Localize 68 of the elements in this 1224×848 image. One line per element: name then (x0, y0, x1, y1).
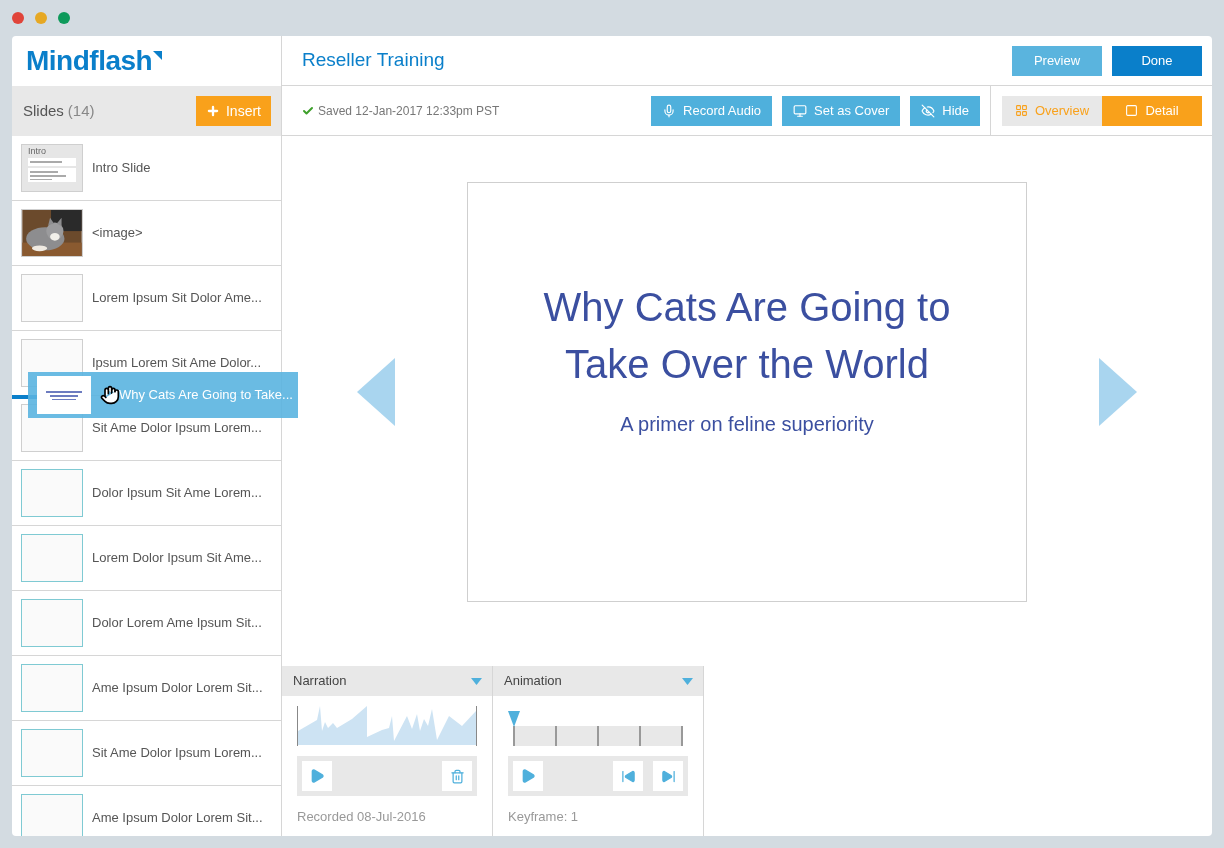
slide-title: Ame Ipsum Dolor Lorem Sit... (92, 679, 263, 698)
logo: Mindflash (26, 44, 153, 78)
skip-back-icon (620, 768, 636, 784)
slide-title: Dolor Ipsum Sit Ame Lorem... (92, 484, 262, 503)
square-icon (1125, 104, 1139, 117)
next-keyframe-button[interactable] (653, 761, 683, 791)
panel-title: Narration (293, 672, 347, 691)
recorded-date: Recorded 08-Jul-2016 (297, 808, 427, 826)
slide-title: Ipsum Lorem Sit Ame Dolor... (92, 354, 262, 373)
slide-count: (14) (67, 100, 95, 121)
play-button[interactable] (302, 761, 332, 791)
check-icon (302, 104, 314, 117)
keyframe-label: Keyframe: 1 (508, 808, 580, 826)
dropdown-icon[interactable] (682, 677, 693, 685)
grid-icon (1014, 104, 1028, 117)
eye-icon (921, 103, 936, 118)
slide-list-item[interactable]: Dolor Lorem Ame Ipsum Sit... (12, 591, 281, 656)
plus-icon (206, 104, 220, 118)
previous-keyframe-button[interactable] (613, 761, 643, 791)
slide-thumbnail (21, 534, 83, 582)
monitor-icon (793, 103, 808, 118)
slide-title: Why Cats Are Going to Take Over the World (542, 284, 952, 388)
slide-subtitle: A primer on feline superiority (620, 412, 874, 437)
mic-icon (662, 103, 677, 118)
slide-title: Sit Ame Dolor Ipsum Lorem... (92, 419, 262, 438)
thumbnail-title: Intro (28, 146, 47, 156)
slide-list-item[interactable]: Sit Ame Dolor Ipsum Lorem... (12, 721, 281, 786)
slide-title: <image> (92, 224, 143, 243)
trash-icon (449, 768, 465, 784)
slide-list-item[interactable]: Lorem Ipsum Sit Dolor Ame... (12, 266, 281, 331)
play-icon (309, 768, 325, 784)
slide-list-item[interactable]: Intro Intro Slide (12, 136, 281, 201)
slide-thumbnail (21, 274, 83, 322)
delete-button[interactable] (442, 761, 472, 791)
logo-mark-icon (153, 50, 163, 60)
panel-title: Animation (504, 672, 562, 691)
slide-title: Intro Slide (92, 159, 151, 178)
dropdown-icon[interactable] (471, 677, 482, 685)
save-status: Saved 12-Jan-2017 12:33pm PST (318, 102, 500, 120)
slide-list-item[interactable]: Dolor Ipsum Sit Ame Lorem... (12, 461, 281, 526)
slide-list-item[interactable]: Ame Ipsum Dolor Lorem Sit... (12, 786, 281, 836)
maximize-window-icon[interactable] (58, 11, 70, 24)
slide-list-item[interactable]: Ame Ipsum Dolor Lorem Sit... (12, 656, 281, 721)
slide-thumbnail (21, 599, 83, 647)
slide-list-item[interactable]: <image> (12, 201, 281, 266)
done-button[interactable]: Done (1112, 45, 1202, 76)
slide-thumbnail (21, 664, 83, 712)
slides-heading: Slides (23, 100, 64, 121)
play-icon (520, 768, 536, 784)
slide-title: Sit Ame Dolor Ipsum Lorem... (92, 744, 262, 763)
slide-title: Lorem Ipsum Sit Dolor Ame... (92, 289, 262, 308)
slide-thumbnail (21, 729, 83, 777)
slide-title: Dolor Lorem Ame Ipsum Sit... (92, 614, 262, 633)
slide-thumbnail (37, 376, 91, 414)
slide-thumbnail (21, 469, 83, 517)
minimize-window-icon[interactable] (35, 11, 47, 24)
slide-title: Ame Ipsum Dolor Lorem Sit... (92, 809, 263, 828)
next-slide-icon[interactable] (1099, 358, 1137, 426)
slide-title: Lorem Dolor Ipsum Sit Ame... (92, 549, 262, 568)
play-button[interactable] (513, 761, 543, 791)
slide-list-item[interactable]: Lorem Dolor Ipsum Sit Ame... (12, 526, 281, 591)
close-window-icon[interactable] (12, 11, 24, 24)
timeline-track[interactable] (513, 726, 683, 746)
previous-slide-icon[interactable] (357, 358, 395, 426)
grab-cursor-icon (100, 385, 120, 405)
playhead-icon[interactable] (508, 711, 520, 727)
course-title: Reseller Training (302, 48, 445, 73)
skip-forward-icon (660, 768, 676, 784)
